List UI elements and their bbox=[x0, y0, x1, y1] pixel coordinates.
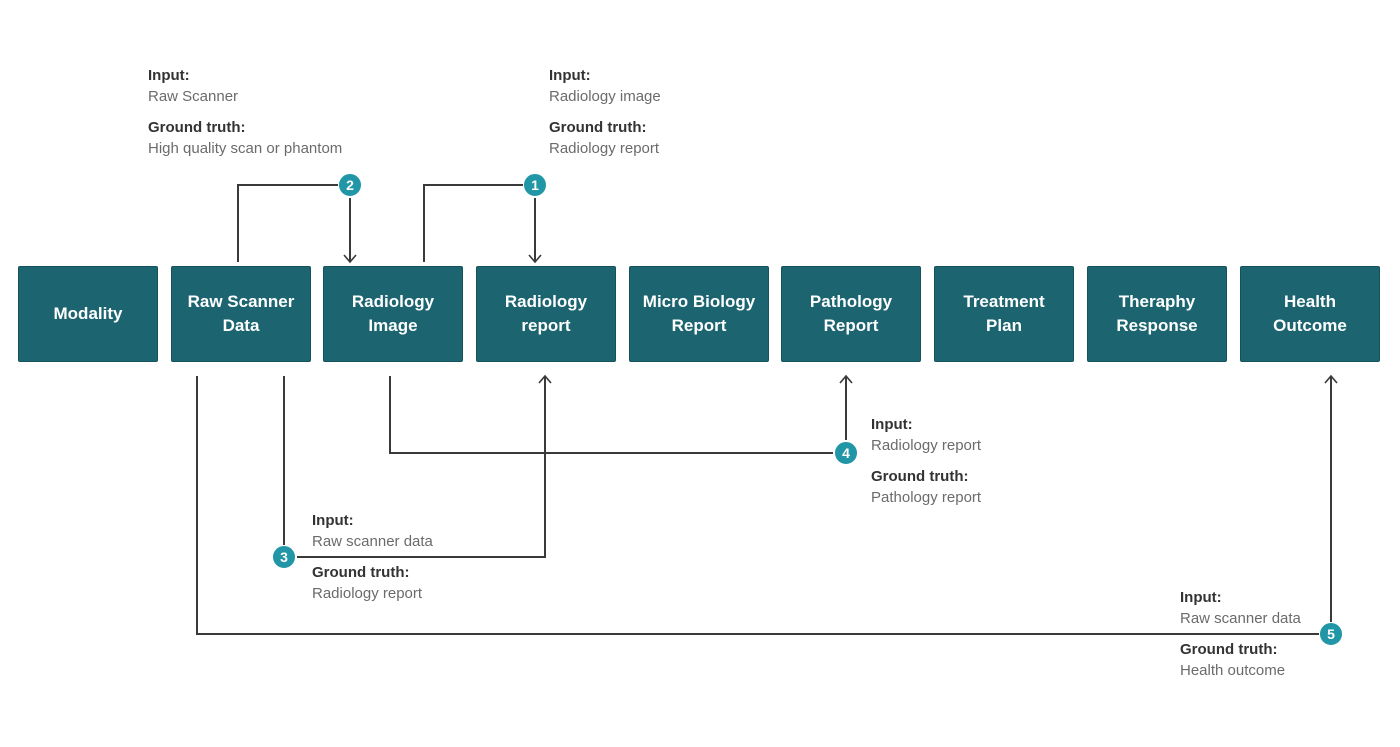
input-label: Input: bbox=[871, 416, 913, 433]
connector-task-2 bbox=[237, 184, 338, 262]
connector-task-1 bbox=[423, 184, 523, 262]
stage-label: Radiology Image bbox=[351, 292, 435, 335]
ground-truth-value: Pathology report bbox=[871, 489, 982, 506]
task-note-1: Input: Radiology image Ground truth: Rad… bbox=[549, 65, 661, 169]
ground-truth-value: Radiology report bbox=[549, 140, 660, 157]
input-label: Input: bbox=[312, 512, 354, 529]
stage-label: Micro Biology Report bbox=[642, 292, 756, 335]
ground-truth-value: Radiology report bbox=[312, 585, 423, 602]
ground-truth-label: Ground truth: bbox=[549, 119, 647, 136]
stage-label: Theraphy Response bbox=[1116, 292, 1198, 335]
stage-theraphy-response: Theraphy Response bbox=[1087, 266, 1227, 362]
ground-truth-label: Ground truth: bbox=[148, 119, 246, 136]
task-note-4: Input: Radiology report Ground truth: Pa… bbox=[871, 414, 981, 518]
input-value: Radiology image bbox=[549, 88, 661, 105]
stage-radiology-report: Radiology report bbox=[476, 266, 616, 362]
task-badge-4: 4 bbox=[834, 441, 858, 465]
stage-modality: Modality bbox=[18, 266, 158, 362]
stage-label: Treatment Plan bbox=[963, 292, 1045, 335]
ground-truth-value: High quality scan or phantom bbox=[148, 140, 343, 157]
stage-label: Pathology Report bbox=[809, 292, 893, 335]
input-label: Input: bbox=[549, 67, 591, 84]
input-value: Raw scanner data bbox=[1180, 610, 1301, 627]
task-note-3: Input: Raw scanner data Ground truth: Ra… bbox=[312, 510, 433, 614]
stage-health-outcome: Health Outcome bbox=[1240, 266, 1380, 362]
input-value: Radiology report bbox=[871, 437, 982, 454]
task-note-2: Input: Raw Scanner Ground truth: High qu… bbox=[148, 65, 342, 169]
ground-truth-value: Health outcome bbox=[1180, 662, 1286, 679]
stage-label: Health Outcome bbox=[1273, 292, 1347, 335]
pipeline-diagram: Modality Raw Scanner Data Radiology Imag… bbox=[0, 0, 1400, 747]
task-badge-3: 3 bbox=[272, 545, 296, 569]
ground-truth-label: Ground truth: bbox=[312, 564, 410, 581]
stage-label: Radiology report bbox=[504, 292, 588, 335]
stage-label: Raw Scanner Data bbox=[187, 292, 295, 335]
stage-label: Modality bbox=[53, 304, 123, 323]
connector-task-4 bbox=[389, 376, 833, 454]
task-note-5: Input: Raw scanner data Ground truth: He… bbox=[1180, 587, 1301, 691]
input-value: Raw Scanner bbox=[148, 88, 239, 105]
stage-pathology-report: Pathology Report bbox=[781, 266, 921, 362]
ground-truth-label: Ground truth: bbox=[1180, 641, 1278, 658]
stage-radiology-image: Radiology Image bbox=[323, 266, 463, 362]
input-label: Input: bbox=[148, 67, 190, 84]
input-value: Raw scanner data bbox=[312, 533, 433, 550]
task-badge-2: 2 bbox=[338, 173, 362, 197]
task-badge-5: 5 bbox=[1319, 622, 1343, 646]
input-label: Input: bbox=[1180, 589, 1222, 606]
stage-micro-biology-report: Micro Biology Report bbox=[629, 266, 769, 362]
task-badge-1: 1 bbox=[523, 173, 547, 197]
ground-truth-label: Ground truth: bbox=[871, 468, 969, 485]
stage-raw-scanner-data: Raw Scanner Data bbox=[171, 266, 311, 362]
stage-treatment-plan: Treatment Plan bbox=[934, 266, 1074, 362]
